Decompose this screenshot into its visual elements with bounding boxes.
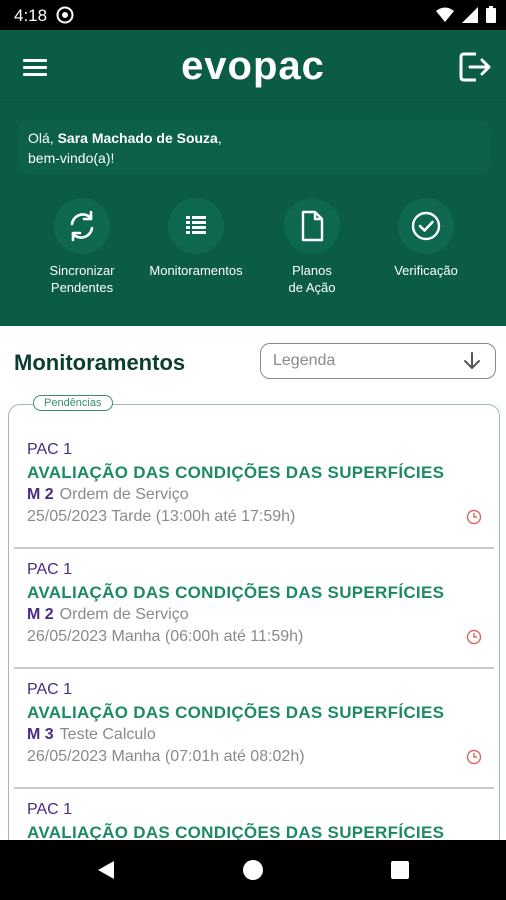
app-header: evopac Olá, Sara Machado de Souza, bem-v… xyxy=(0,30,506,326)
arrow-down-icon xyxy=(464,352,480,369)
clock-icon xyxy=(466,509,482,525)
wifi-icon xyxy=(436,7,454,22)
welcome-line-2: bem-vindo(a)! xyxy=(28,150,115,166)
battery-icon xyxy=(486,6,496,23)
back-icon[interactable] xyxy=(94,858,118,882)
list-item[interactable]: PAC 1 AVALIAÇÃO DAS CONDIÇÕES DAS SUPERF… xyxy=(14,549,494,669)
item-date: 25/05/2023 Tarde (13:00h até 17:59h) xyxy=(27,508,296,525)
action-plans-label: Planos de Ação xyxy=(288,263,336,295)
status-bar: 4:18 xyxy=(0,0,506,30)
item-date: 26/05/2023 Manha (07:01h até 08:02h) xyxy=(27,748,305,765)
recents-icon[interactable] xyxy=(388,858,412,882)
signal-icon xyxy=(462,6,478,23)
verification-label: Verificação xyxy=(394,263,458,278)
list-item[interactable]: PAC 1 AVALIAÇÃO DAS CONDIÇÕES DAS SUPERF… xyxy=(14,789,494,840)
monitoring-line: M 2 Ordem de Serviço xyxy=(27,606,189,623)
user-name: Sara Machado de Souza xyxy=(57,130,218,146)
sync-pending-label: Sincronizar Pendentes xyxy=(49,263,115,295)
list-item[interactable]: PAC 1 AVALIAÇÃO DAS CONDIÇÕES DAS SUPERF… xyxy=(14,669,494,789)
quick-actions: Sincronizar Pendentes Monitoramentos Pla… xyxy=(0,198,506,308)
pac-code: PAC 1 xyxy=(27,801,73,818)
item-date: 26/05/2023 Manha (06:00h até 11:59h) xyxy=(27,628,304,645)
sync-pending-button[interactable]: Sincronizar Pendentes xyxy=(24,198,140,296)
sync-icon xyxy=(54,198,110,254)
list-icon xyxy=(168,198,224,254)
monitoring-line: M 3 Teste Calculo xyxy=(27,726,156,743)
pac-code: PAC 1 xyxy=(27,561,73,578)
home-icon[interactable] xyxy=(241,858,265,882)
do-not-disturb-icon xyxy=(56,6,74,24)
header-divider xyxy=(0,101,506,102)
status-icons xyxy=(436,6,496,23)
pending-badge: Pendências xyxy=(33,395,113,411)
pac-code: PAC 1 xyxy=(27,681,73,698)
legend-dropdown-value: Legenda xyxy=(273,352,336,369)
monitoring-label: Monitoramentos xyxy=(149,263,243,278)
main-content: Monitoramentos Legenda Pendências PAC 1 … xyxy=(0,326,506,840)
item-title: AVALIAÇÃO DAS CONDIÇÕES DAS SUPERFÍCIES xyxy=(27,463,445,482)
clock-icon xyxy=(466,629,482,645)
monitoring-button[interactable]: Monitoramentos xyxy=(138,198,254,279)
brand-logo: evopac xyxy=(181,44,325,88)
monitoring-line: M 2 Ordem de Serviço xyxy=(27,486,189,503)
item-title: AVALIAÇÃO DAS CONDIÇÕES DAS SUPERFÍCIES xyxy=(27,823,445,840)
clock-icon xyxy=(466,749,482,765)
welcome-line-1: Olá, Sara Machado de Souza, xyxy=(28,130,222,146)
status-time: 4:18 xyxy=(14,6,48,25)
logout-icon[interactable] xyxy=(456,48,494,86)
welcome-card: Olá, Sara Machado de Souza, bem-vindo(a)… xyxy=(18,120,490,174)
item-title: AVALIAÇÃO DAS CONDIÇÕES DAS SUPERFÍCIES xyxy=(27,703,445,722)
pending-list: Pendências PAC 1 AVALIAÇÃO DAS CONDIÇÕES… xyxy=(8,395,500,840)
document-icon xyxy=(284,198,340,254)
verification-button[interactable]: Verificação xyxy=(368,198,484,279)
legend-dropdown[interactable]: Legenda xyxy=(260,343,496,379)
item-title: AVALIAÇÃO DAS CONDIÇÕES DAS SUPERFÍCIES xyxy=(27,583,445,602)
check-circle-icon xyxy=(398,198,454,254)
action-plans-button[interactable]: Planos de Ação xyxy=(254,198,370,296)
list-item[interactable]: PAC 1 AVALIAÇÃO DAS CONDIÇÕES DAS SUPERF… xyxy=(14,429,494,549)
pac-code: PAC 1 xyxy=(27,441,73,458)
page-title: Monitoramentos xyxy=(14,350,186,375)
system-nav-bar xyxy=(0,840,506,900)
